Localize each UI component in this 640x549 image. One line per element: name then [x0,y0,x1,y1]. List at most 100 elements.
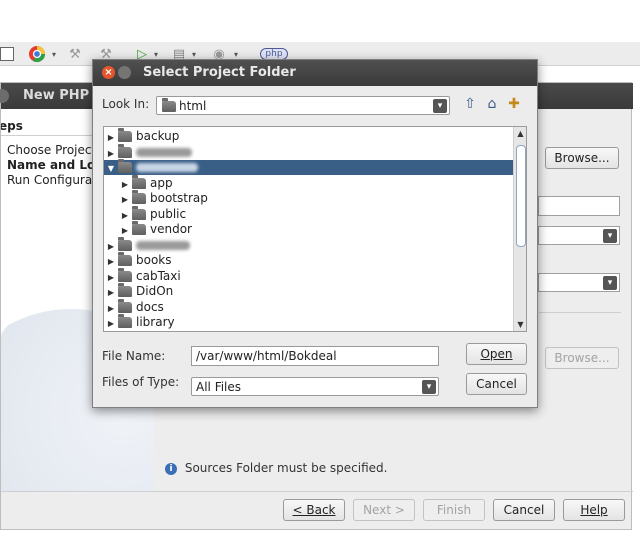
back-button-label: < Back [292,503,336,517]
folder-icon [118,283,132,297]
tree-row[interactable]: ▶ [104,143,513,161]
toolbar-dropdown-icon[interactable] [0,45,14,63]
collapsed-arrow-icon[interactable]: ▶ [120,223,130,238]
folder-icon [118,314,132,328]
file-name-input[interactable]: /var/www/html/Bokdeal [191,346,439,366]
scroll-up-icon[interactable]: ▲ [514,127,526,140]
tree-row[interactable]: ▶ library [104,314,513,331]
expanded-arrow-icon[interactable]: ▼ [106,161,116,176]
collapsed-arrow-icon[interactable]: ▶ [106,270,116,285]
tree-row[interactable]: ▶ backup [104,128,513,145]
tree-row[interactable]: ▶ public [104,205,526,223]
dialog-cancel-button[interactable]: Cancel [466,373,527,395]
home-icon[interactable]: ⌂ [483,95,501,113]
dialog-title: Select Project Folder [143,65,296,80]
info-icon: i [165,462,177,475]
collapsed-arrow-icon[interactable]: ▶ [120,192,130,207]
folder-icon [132,205,146,220]
tree-row[interactable]: ▼ [104,159,513,176]
browse-button-disabled[interactable]: Browse... [545,347,619,369]
up-folder-icon[interactable]: ⇧ [461,95,479,113]
folder-icon [118,267,132,282]
files-of-type-label: Files of Type: [102,375,180,389]
select-project-folder-dialog: × Select Project Folder Look In: html ▾ … [92,59,538,408]
collapsed-arrow-icon[interactable]: ▶ [120,177,130,192]
tree-row-label: app [150,175,173,190]
tree-row-label: public [150,206,187,221]
collapsed-arrow-icon[interactable]: ▶ [106,254,116,269]
tree-row[interactable]: ▶ vendor [104,221,526,238]
divider [1,491,633,492]
build-hammer-icon[interactable]: ⚒ [66,45,84,63]
tree-row-label: backup [136,129,180,143]
collapsed-arrow-icon[interactable]: ▶ [106,239,116,254]
cancel-button-label: Cancel [503,503,545,517]
folder-icon [132,174,146,189]
tree-row-label: bootstrap [150,191,208,205]
tree-row[interactable]: ▶ app [104,174,526,192]
dialog-titlebar: × Select Project Folder [93,60,537,86]
dialog-cancel-button-label: Cancel [476,377,517,391]
tree-row[interactable]: ▶ [104,236,513,254]
obscured-label [136,147,192,157]
open-button-label: Open [480,347,513,361]
tree-row[interactable]: ▶ cabTaxi [104,267,513,285]
chevron-down-icon[interactable]: ▾ [50,45,58,63]
minimize-icon[interactable] [118,66,131,79]
info-message: i Sources Folder must be specified. [165,461,387,475]
chevron-down-icon: ▾ [603,229,617,243]
folder-tree[interactable]: ▶ backup ▶ ▼ ▶ app ▶ bootstrap ▶ public ▶ vendor ▶ ▶ b… [103,126,527,332]
step-run-configuration: Run Configurati [7,173,101,187]
file-name-label: File Name: [102,349,166,363]
close-icon[interactable]: × [102,66,115,79]
vertical-scrollbar[interactable]: ▲ ▼ [513,127,526,331]
tree-row[interactable]: ▶ books [104,252,513,269]
next-button-label: Next > [363,503,405,517]
next-button[interactable]: Next > [353,499,415,521]
finish-button-label: Finish [436,503,472,517]
folder-icon [118,298,132,313]
folder-icon [132,221,146,235]
help-button-label: Help [580,503,608,517]
help-button[interactable]: Help [563,499,625,521]
tree-row-label: docs [136,299,164,314]
chevron-down-icon: ▾ [433,99,447,113]
collapsed-arrow-icon[interactable]: ▶ [106,130,116,145]
tree-row[interactable]: ▶ bootstrap [104,190,526,207]
open-button[interactable]: Open [466,343,527,365]
wizard-close-icon[interactable] [0,89,9,103]
tree-row-label: cabTaxi [136,268,181,283]
collapsed-arrow-icon[interactable]: ▶ [106,301,116,316]
collapsed-arrow-icon[interactable]: ▶ [120,208,130,223]
collapsed-arrow-icon[interactable]: ▶ [106,316,116,331]
scrollbar-thumb[interactable] [516,145,526,247]
finish-button[interactable]: Finish [423,499,485,521]
folder-icon [118,159,132,173]
scroll-down-icon[interactable]: ▼ [514,318,526,331]
chevron-down-icon: ▾ [603,276,617,290]
combo-box[interactable]: ▾ [538,226,620,245]
obscured-label [136,163,198,172]
browse-button-label: Browse... [554,351,610,365]
divider [539,312,621,313]
tree-row-label: library [136,315,175,329]
folder-icon [162,98,176,112]
tree-row[interactable]: ▶ DidOn [104,283,513,300]
combo-box[interactable]: ▾ [538,273,620,292]
back-button[interactable]: < Back [283,499,345,521]
collapsed-arrow-icon[interactable]: ▶ [106,146,116,161]
step-choose-project: Choose Project [7,143,97,157]
collapsed-arrow-icon[interactable]: ▶ [106,285,116,300]
browse-button[interactable]: Browse... [545,147,619,169]
tree-row[interactable]: ▶ docs [104,298,513,316]
steps-heading: eps [1,119,23,133]
browser-icon[interactable] [26,45,48,63]
files-of-type-combo[interactable]: All Files ▾ [191,377,439,396]
cancel-button[interactable]: Cancel [493,499,555,521]
look-in-combo[interactable]: html ▾ [156,96,450,115]
chevron-down-icon: ▾ [422,380,436,394]
text-field[interactable] [538,196,620,216]
tree-row-label: vendor [150,222,192,236]
new-folder-icon[interactable]: ✚ [505,95,523,113]
info-message-text: Sources Folder must be specified. [184,461,388,475]
